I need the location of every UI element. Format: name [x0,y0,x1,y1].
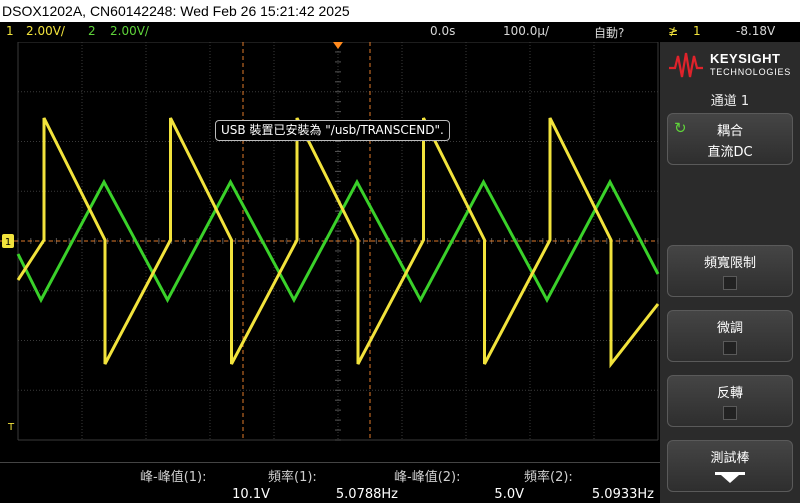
invert-checkbox[interactable] [723,406,737,420]
svg-text:T: T [7,422,15,433]
measurement-label: 頻率(2): [524,470,573,485]
measurement-bar: 峰-峰值(1): 10.1V 頻率(1): 5.0788Hz 峰-峰值(2): … [0,462,660,503]
status-bar: 1 2.00V/ 2 2.00V/ 0.0s 100.0µ/ 自動? ≱ 1 -… [0,22,800,42]
svg-text:1: 1 [5,237,11,248]
measurement-label: 頻率(1): [268,470,317,485]
trigger-icon: ≱ [668,24,679,38]
usb-notification: USB 裝置已安裝為 "/usb/TRANSCEND". [215,120,450,141]
vernier-label: 微調 [716,321,743,336]
bandwidth-limit-softkey[interactable]: 頻寬限制 [667,245,793,297]
vernier-softkey[interactable]: 微調 [667,310,793,362]
waveform-display[interactable]: 1 T USB 裝置已安裝為 "/usb/TRANSCEND". [0,42,660,462]
measurement-value: 10.1V [232,487,270,502]
measurement-freq-2[interactable]: 頻率(2): 5.0933Hz [524,466,654,502]
invert-label: 反轉 [716,386,743,401]
measurement-pk-pk-2[interactable]: 峰-峰值(2): 5.0V [394,466,524,502]
down-arrow-icon [715,472,745,483]
probe-label: 測試棒 [710,451,750,466]
keysight-wave-icon [669,52,703,78]
window-title: DSOX1202A, CN60142248: Wed Feb 26 15:21:… [0,0,800,22]
measurement-label: 峰-峰值(1): [140,470,207,485]
time-scale[interactable]: 100.0µ/ [503,24,549,38]
time-delay[interactable]: 0.0s [430,24,455,38]
measurement-value: 5.0V [494,487,524,502]
invert-softkey[interactable]: 反轉 [667,375,793,427]
channel1-trigger-marker[interactable]: T [7,422,15,433]
trigger-mode[interactable]: 自動? [594,24,624,41]
measurement-pk-pk-1[interactable]: 峰-峰值(1): 10.1V [140,466,270,502]
coupling-label: 耦合 [716,124,743,139]
coupling-softkey[interactable]: ↻ 耦合 直流DC [667,113,793,165]
trigger-level[interactable]: -8.18V [736,24,775,38]
rotate-knob-icon: ↻ [674,119,687,137]
bandwidth-limit-checkbox[interactable] [723,276,737,290]
channel2-number[interactable]: 2 [88,24,96,38]
brand-name: KEYSIGHT [710,51,781,66]
brand-subtitle: TECHNOLOGIES [710,67,792,77]
probe-softkey[interactable]: 測試棒 [667,440,793,492]
softkey-panel: KEYSIGHT TECHNOLOGIES 通道 1 ↻ 耦合 直流DC 頻寬限… [660,42,800,503]
channel1-ground-marker[interactable]: 1 [2,234,14,248]
keysight-logo: KEYSIGHT TECHNOLOGIES [668,48,796,84]
coupling-value: 直流DC [707,145,753,160]
cursor-lines [0,42,658,440]
channel2-scale[interactable]: 2.00V/ [110,24,149,38]
measurement-value: 5.0933Hz [591,487,654,502]
measurement-freq-1[interactable]: 頻率(1): 5.0788Hz [268,466,398,502]
vernier-checkbox[interactable] [723,341,737,355]
bandwidth-limit-label: 頻寬限制 [703,256,756,271]
measurement-value: 5.0788Hz [335,487,398,502]
channel1-number[interactable]: 1 [6,24,14,38]
channel1-scale[interactable]: 2.00V/ [26,24,65,38]
menu-title: 通道 1 [710,94,750,109]
measurement-label: 峰-峰值(2): [394,470,461,485]
time-reference-marker[interactable] [333,42,343,49]
trigger-channel[interactable]: 1 [693,24,701,38]
